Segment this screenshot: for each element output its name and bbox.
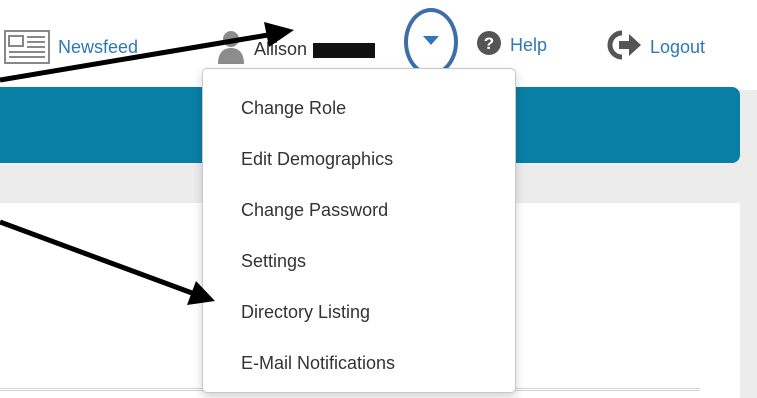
user-name: Allison	[254, 39, 308, 59]
user-dropdown-menu: Change Role Edit Demographics Change Pas…	[202, 68, 516, 393]
menu-item-settings[interactable]: Settings	[203, 240, 515, 291]
page: Newsfeed Allison ? Help Logout Change Ro…	[0, 0, 757, 398]
menu-item-edit-demographics[interactable]: Edit Demographics	[203, 138, 515, 189]
user-avatar-icon	[216, 30, 246, 69]
redaction-bar	[313, 43, 376, 58]
caret-down-icon	[422, 33, 440, 51]
logout-icon	[606, 30, 642, 65]
menu-item-change-role[interactable]: Change Role	[203, 87, 515, 138]
user-menu-toggle[interactable]: Allison	[216, 30, 376, 69]
user-dropdown-caret-button[interactable]	[404, 8, 458, 76]
newspaper-icon	[4, 30, 50, 64]
menu-item-change-password[interactable]: Change Password	[203, 189, 515, 240]
help-label: Help	[510, 35, 548, 55]
svg-text:?: ?	[484, 34, 494, 53]
newsfeed-label: Newsfeed	[58, 36, 139, 57]
menu-item-email-notifications[interactable]: E-Mail Notifications	[203, 342, 515, 393]
question-circle-icon: ?	[476, 30, 502, 61]
logout-label: Logout	[650, 37, 706, 57]
help-link[interactable]: ? Help	[476, 30, 547, 61]
newsfeed-link[interactable]: Newsfeed	[4, 30, 138, 64]
logout-link[interactable]: Logout	[606, 30, 705, 65]
menu-item-directory-listing[interactable]: Directory Listing	[203, 291, 515, 342]
